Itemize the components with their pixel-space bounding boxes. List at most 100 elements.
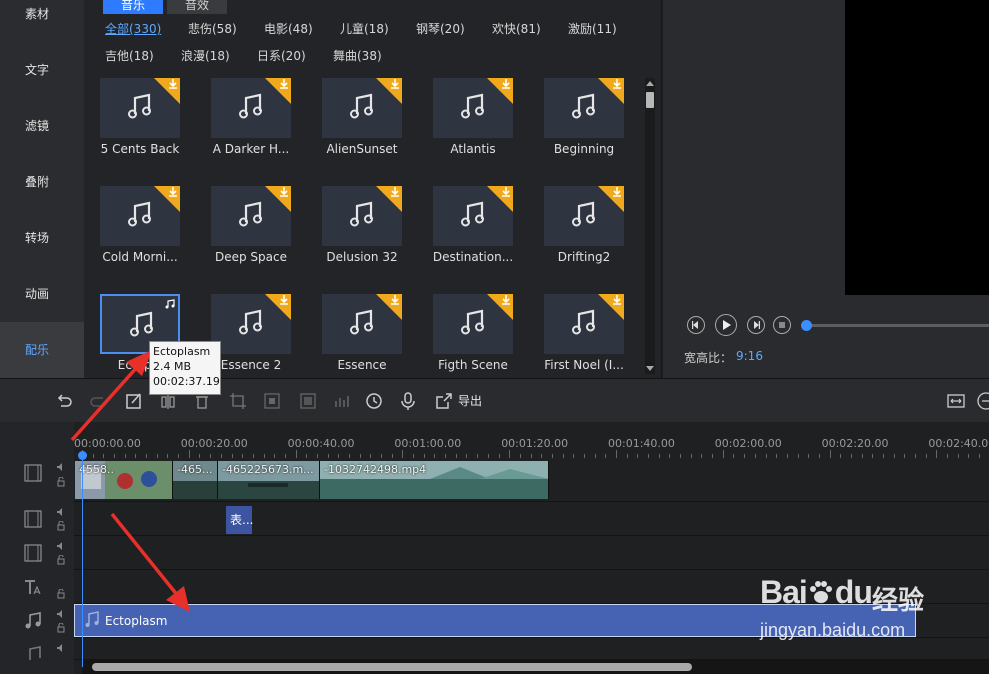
fit-timeline-button[interactable] — [946, 391, 966, 411]
sidebar-item-material[interactable]: 素材 — [0, 0, 84, 42]
tab-sound-effects[interactable]: 音效 — [167, 0, 227, 14]
fast-forward-button[interactable] — [747, 316, 765, 334]
sidebar-item-animation[interactable]: 动画 — [0, 266, 84, 322]
category-guitar[interactable]: 吉他(18) — [105, 47, 154, 64]
ruler-tick — [135, 454, 137, 458]
freeze-frame-button[interactable] — [298, 391, 318, 411]
ruler-tick — [850, 454, 852, 458]
lock-icon[interactable] — [56, 554, 66, 565]
playback-progress-knob[interactable] — [801, 320, 812, 331]
ruler-tick — [797, 454, 799, 458]
download-icon[interactable] — [167, 186, 179, 198]
category-movie[interactable]: 电影(48) — [264, 20, 313, 37]
track-tile[interactable] — [100, 78, 180, 138]
download-icon[interactable] — [500, 294, 512, 306]
playhead[interactable] — [82, 452, 83, 667]
aspect-ratio-value[interactable]: 9:16 — [736, 349, 763, 363]
track-tile[interactable] — [544, 78, 624, 138]
ruler-tick — [263, 454, 265, 458]
category-piano[interactable]: 钢琴(20) — [416, 20, 465, 37]
library-scroll-thumb[interactable] — [646, 92, 654, 108]
sidebar-item-music[interactable]: 配乐 — [0, 322, 84, 378]
redo-button[interactable] — [88, 391, 108, 411]
track-tile[interactable] — [433, 78, 513, 138]
mosaic-button[interactable] — [262, 391, 282, 411]
category-dance[interactable]: 舞曲(38) — [333, 47, 382, 64]
category-children[interactable]: 儿童(18) — [340, 20, 389, 37]
lock-icon[interactable] — [56, 622, 66, 633]
speaker-icon[interactable] — [56, 608, 66, 618]
category-all[interactable]: 全部(330) — [105, 20, 161, 37]
playhead-handle[interactable] — [78, 451, 87, 460]
video-clip-3[interactable]: -465225673.m... — [218, 461, 320, 499]
sidebar-item-filter[interactable]: 滤镜 — [0, 98, 84, 154]
sidebar-item-overlay[interactable]: 叠附 — [0, 154, 84, 210]
tooltip-size: 2.4 MB — [153, 360, 192, 373]
ruler-tick — [231, 454, 233, 458]
download-icon[interactable] — [389, 294, 401, 306]
export-button[interactable] — [434, 391, 454, 411]
download-icon[interactable] — [167, 78, 179, 90]
track-tile[interactable] — [322, 294, 402, 354]
category-romantic[interactable]: 浪漫(18) — [181, 47, 230, 64]
track-name: 5 Cents Back — [100, 142, 180, 156]
download-icon[interactable] — [500, 186, 512, 198]
scroll-up-arrow-icon[interactable] — [646, 81, 654, 86]
track-name: AlienSunset — [326, 142, 398, 156]
download-icon[interactable] — [611, 294, 623, 306]
edit-button[interactable] — [124, 391, 144, 411]
download-icon[interactable] — [389, 78, 401, 90]
track-tile[interactable] — [322, 78, 402, 138]
category-cheerful[interactable]: 欢快(81) — [492, 20, 541, 37]
scroll-down-arrow-icon[interactable] — [646, 366, 654, 371]
export-label[interactable]: 导出 — [458, 392, 482, 409]
crop-button[interactable] — [228, 391, 248, 411]
record-voice-button[interactable] — [398, 391, 418, 411]
track-tile[interactable] — [100, 186, 180, 246]
timeline-scrollbar[interactable] — [82, 660, 989, 674]
text-clip[interactable]: 表... — [226, 506, 253, 534]
zoom-out-button[interactable] — [976, 391, 989, 411]
track-tile[interactable] — [211, 294, 291, 354]
play-button[interactable] — [715, 314, 737, 336]
stop-button[interactable] — [773, 316, 791, 334]
track-tile[interactable] — [433, 186, 513, 246]
category-sad[interactable]: 悲伤(58) — [188, 20, 237, 37]
sidebar-item-transition[interactable]: 转场 — [0, 210, 84, 266]
rewind-button[interactable] — [687, 316, 705, 334]
playback-progress-track[interactable] — [806, 324, 989, 327]
video-clip-2[interactable]: -465... — [173, 461, 218, 499]
speaker-icon[interactable] — [56, 461, 66, 471]
track-tile[interactable] — [322, 186, 402, 246]
audio-level-button[interactable] — [332, 391, 352, 411]
lock-icon[interactable] — [56, 520, 66, 531]
timeline-scroll-thumb[interactable] — [92, 663, 692, 671]
speaker-icon[interactable] — [56, 506, 66, 516]
track-tile[interactable] — [211, 78, 291, 138]
download-icon[interactable] — [611, 78, 623, 90]
video-clip-1[interactable]: 4558.. — [75, 461, 173, 499]
speaker-icon[interactable] — [56, 642, 66, 652]
track-tile[interactable] — [544, 186, 624, 246]
download-icon[interactable] — [500, 78, 512, 90]
track-tile[interactable] — [544, 294, 624, 354]
track-tile[interactable] — [433, 294, 513, 354]
duration-button[interactable] — [364, 391, 384, 411]
undo-button[interactable] — [54, 391, 74, 411]
lock-icon[interactable] — [56, 588, 66, 599]
download-icon[interactable] — [278, 78, 290, 90]
tab-music[interactable]: 音乐 — [103, 0, 163, 14]
lock-icon[interactable] — [56, 476, 66, 487]
library-scrollbar[interactable] — [645, 78, 655, 374]
category-japanese[interactable]: 日系(20) — [257, 47, 306, 64]
download-icon[interactable] — [611, 186, 623, 198]
speaker-icon[interactable] — [56, 540, 66, 550]
download-icon[interactable] — [278, 186, 290, 198]
video-clip-4[interactable]: -1032742498.mp4 — [320, 461, 549, 499]
download-icon[interactable] — [389, 186, 401, 198]
sidebar-item-text[interactable]: 文字 — [0, 42, 84, 98]
download-icon[interactable] — [278, 294, 290, 306]
track-tile[interactable] — [211, 186, 291, 246]
category-inspiring[interactable]: 激励(11) — [568, 20, 617, 37]
ruler-tick — [381, 454, 383, 458]
